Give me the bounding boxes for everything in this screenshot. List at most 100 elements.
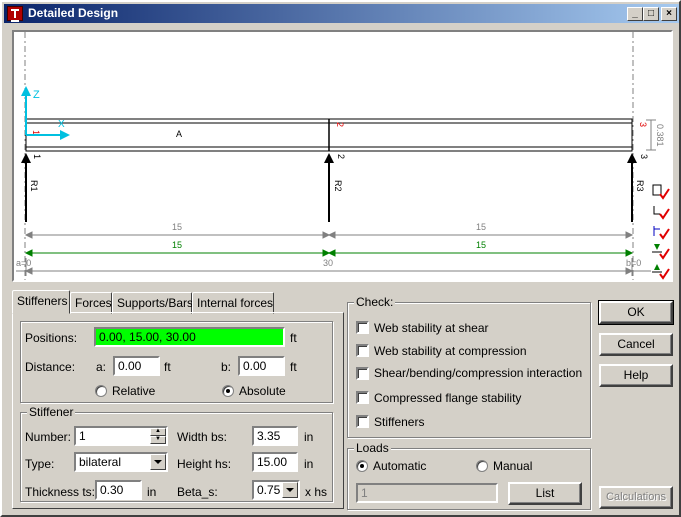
span-2-gray-label: 15 [476,222,486,232]
number-label: Number: [25,430,72,444]
positions-unit: ft [290,331,297,345]
height-unit: in [304,457,314,471]
manual-radio[interactable] [476,460,488,472]
total-dimension [16,258,659,276]
x-axis-label: X [58,119,65,130]
width-unit: in [304,430,314,444]
stiffeners-panel: Positions: 0.00, 15.00, 30.00 ft Distanc… [12,312,344,509]
check-group-title: Check: [354,295,396,309]
view-beam-icon[interactable] [651,182,671,201]
check-flange-stability-checkbox[interactable] [356,391,369,404]
support-2[interactable] [324,153,334,222]
beta-unit: x hs [305,485,328,499]
help-button[interactable]: Help [599,364,673,387]
view-reaction-icon[interactable] [651,262,671,280]
check-flange-stability-label[interactable]: Compressed flange stability [374,391,521,405]
span-2-green-label: 15 [476,240,486,250]
z-axis-label: Z [33,89,40,101]
tab-forces[interactable]: Forces [70,292,112,314]
reaction-r1: R1 [29,180,39,192]
total-mid-label: 30 [323,258,333,268]
check-stiffeners-label[interactable]: Stiffeners [374,415,424,429]
span-1-green-label: 15 [172,240,182,250]
detailed-design-window: Detailed Design _ □ × A 1 2 3 0.381 Z X … [0,0,681,517]
total-a-label: a=0 [16,258,31,268]
node-top-3: 3 [638,122,648,127]
relative-radio[interactable] [95,385,107,397]
check-stiffeners-checkbox[interactable] [356,415,369,428]
check-web-compression-checkbox[interactable] [356,344,369,357]
relative-label[interactable]: Relative [112,384,155,398]
check-interaction-checkbox[interactable] [356,367,369,380]
minimize-icon[interactable]: _ [627,7,643,21]
view-load-icon[interactable] [651,242,671,261]
width-input[interactable]: 3.35 [252,426,298,446]
distance-label: Distance: [25,360,76,374]
type-value: bilateral [79,455,122,469]
number-spinner[interactable]: ▲ ▼ [150,428,166,444]
close-icon[interactable]: × [661,7,677,21]
check-web-compression-label[interactable]: Web stability at compression [374,344,527,358]
b-unit: ft [290,360,297,374]
chevron-down-icon[interactable] [150,454,166,470]
window-title: Detailed Design [28,6,119,20]
type-select[interactable]: bilateral [74,452,168,472]
stiffener-group-title: Stiffener [27,405,76,419]
span-1-gray-label: 15 [172,222,182,232]
loads-input[interactable]: 1 [356,483,498,503]
reaction-r2: R2 [333,180,343,192]
check-interaction-label[interactable]: Shear/bending/compression interaction [374,366,582,380]
manual-label[interactable]: Manual [493,459,532,473]
thickness-unit: in [147,485,157,499]
chevron-down-icon[interactable] [282,482,298,498]
total-b-label: b=0 [626,258,641,268]
beta-select[interactable]: 0.75 [252,480,300,500]
a-distance-input[interactable]: 0.00 [113,356,160,376]
z-axis-arrow [21,86,31,96]
beam-drawing-canvas[interactable]: A 1 2 3 0.381 Z X 1 2 3 R1 R2 R3 15 15 1… [12,30,673,282]
beam-label: A [176,129,182,139]
thickness-label: Thickness ts: [25,485,96,499]
height-dimension-label: 0.381 [655,124,665,147]
type-label: Type: [25,457,55,471]
loads-group: Loads Automatic Manual 1 List [347,441,591,510]
automatic-label[interactable]: Automatic [373,459,426,473]
tab-stiffeners[interactable]: Stiffeners [12,290,70,314]
beta-label: Beta_s: [177,485,218,499]
calculations-button[interactable]: Calculations [599,486,673,509]
thickness-input[interactable]: 0.30 [95,480,142,500]
tab-internal-forces[interactable]: Internal forces [192,292,274,314]
positions-input[interactable]: 0.00, 15.00, 30.00 [94,327,285,347]
title-bar: Detailed Design _ □ × [4,4,679,23]
support-node-1: 1 [32,154,42,159]
list-button[interactable]: List [508,482,582,505]
span-dimension-gray [24,231,634,239]
app-icon [7,6,23,22]
cancel-button[interactable]: Cancel [599,333,673,356]
width-label: Width bs: [177,430,228,444]
x-axis-arrow [60,130,70,140]
check-group: Check: Web stability at shear Web stabil… [347,295,591,438]
absolute-radio[interactable] [222,385,234,397]
positions-group: Positions: 0.00, 15.00, 30.00 ft Distanc… [20,321,333,403]
check-web-shear-checkbox[interactable] [356,321,369,334]
number-value: 1 [79,429,86,443]
automatic-radio[interactable] [356,460,368,472]
maximize-icon[interactable]: □ [643,7,659,21]
absolute-label[interactable]: Absolute [239,384,286,398]
height-input[interactable]: 15.00 [252,452,298,472]
node-top-2: 2 [335,122,345,127]
support-node-2: 2 [336,154,346,159]
a-unit: ft [164,360,171,374]
a-label: a: [96,360,107,374]
tab-supports-bars[interactable]: Supports/Bars [112,292,193,314]
b-distance-input[interactable]: 0.00 [238,356,285,376]
beta-value: 0.75 [257,483,281,497]
view-toolbar [651,182,671,280]
view-support-icon[interactable] [651,222,671,241]
support-node-3: 3 [639,154,649,159]
ok-button[interactable]: OK [598,300,674,325]
number-stepper[interactable]: 1 ▲ ▼ [74,426,168,446]
view-dimension-icon[interactable] [651,202,671,221]
check-web-shear-label[interactable]: Web stability at shear [374,321,489,335]
